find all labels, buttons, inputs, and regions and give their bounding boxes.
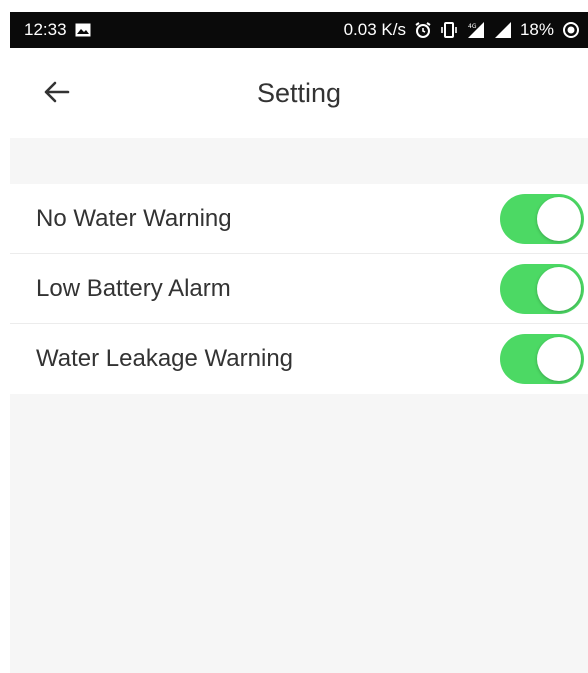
svg-text:4G: 4G: [468, 23, 477, 30]
alarm-icon: [414, 21, 432, 39]
toggle-knob: [537, 266, 581, 311]
status-bar: 12:33 0.03 K/s 4G 18%: [10, 12, 588, 48]
status-left: 12:33: [24, 20, 91, 40]
toggle-knob: [537, 196, 581, 241]
signal-icon: [494, 21, 512, 39]
setting-label: No Water Warning: [36, 204, 232, 232]
status-time: 12:33: [24, 20, 67, 39]
network-speed: 0.03 K/s: [343, 20, 406, 39]
setting-row-no-water: No Water Warning: [10, 184, 588, 254]
status-right: 0.03 K/s 4G 18%: [344, 20, 580, 40]
section-spacer: [10, 138, 588, 184]
battery-icon: [562, 21, 580, 39]
no-water-warning-toggle[interactable]: [500, 193, 584, 244]
app-screen: 12:33 0.03 K/s 4G 18% Setting No Water W…: [10, 12, 588, 673]
setting-label: Water Leakage Warning: [36, 345, 294, 372]
vibrate-icon: [440, 21, 458, 39]
setting-row-water-leakage: Water Leakage Warning: [10, 324, 588, 394]
image-icon: [75, 23, 91, 37]
setting-label: Low Battery Alarm: [36, 274, 231, 302]
low-battery-alarm-toggle[interactable]: [500, 263, 584, 314]
water-leakage-warning-toggle[interactable]: [500, 334, 584, 384]
toggle-knob: [537, 337, 581, 381]
signal-4g-icon: 4G: [466, 21, 486, 39]
header: Setting: [10, 48, 588, 138]
page-title: Setting: [256, 78, 342, 108]
settings-list: No Water Warning Low Battery Alarm Water…: [10, 184, 588, 394]
setting-row-low-battery: Low Battery Alarm: [10, 254, 588, 324]
battery-level: 18%: [519, 20, 554, 39]
